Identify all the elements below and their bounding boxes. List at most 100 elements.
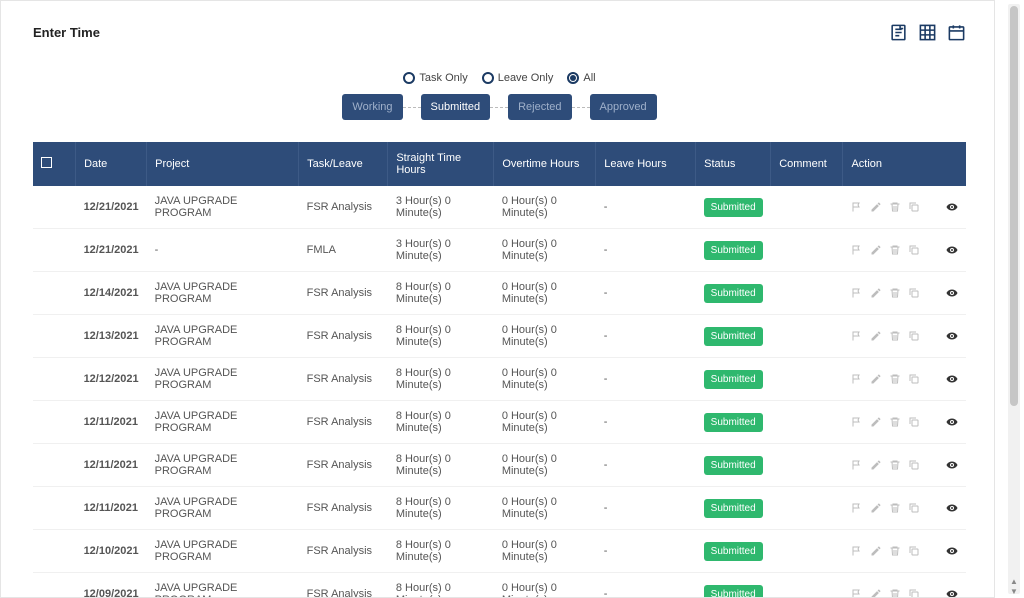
copy-icon[interactable] bbox=[908, 588, 920, 598]
scroll-arrows[interactable]: ▲ ▼ bbox=[1008, 577, 1020, 596]
status-submitted-button[interactable]: Submitted bbox=[421, 94, 491, 120]
delete-icon[interactable] bbox=[889, 588, 901, 598]
flag-icon[interactable] bbox=[851, 330, 863, 342]
vertical-scrollbar[interactable] bbox=[1008, 4, 1020, 594]
download-icon[interactable] bbox=[927, 588, 939, 598]
download-icon[interactable] bbox=[927, 201, 939, 213]
delete-icon[interactable] bbox=[889, 244, 901, 256]
cell-project: JAVA UPGRADE PROGRAM bbox=[155, 539, 238, 563]
status-approved-button[interactable]: Approved bbox=[590, 94, 657, 120]
table-row: 12/12/2021 JAVA UPGRADE PROGRAM FSR Anal… bbox=[33, 358, 966, 401]
copy-icon[interactable] bbox=[908, 459, 920, 471]
row-checkbox-cell[interactable] bbox=[33, 487, 76, 530]
edit-icon[interactable] bbox=[870, 201, 882, 213]
view-icon[interactable] bbox=[946, 201, 958, 213]
download-icon[interactable] bbox=[927, 502, 939, 514]
scroll-down-icon[interactable]: ▼ bbox=[1010, 587, 1018, 596]
flag-icon[interactable] bbox=[851, 502, 863, 514]
row-checkbox-cell[interactable] bbox=[33, 315, 76, 358]
copy-icon[interactable] bbox=[908, 502, 920, 514]
radio-task-only[interactable]: Task Only bbox=[403, 72, 467, 84]
delete-icon[interactable] bbox=[889, 502, 901, 514]
copy-icon[interactable] bbox=[908, 416, 920, 428]
col-header-project[interactable]: Project bbox=[147, 142, 299, 186]
flag-icon[interactable] bbox=[851, 244, 863, 256]
copy-icon[interactable] bbox=[908, 330, 920, 342]
radio-leave-only[interactable]: Leave Only bbox=[482, 72, 554, 84]
row-checkbox-cell[interactable] bbox=[33, 186, 76, 229]
flag-icon[interactable] bbox=[851, 459, 863, 471]
edit-icon[interactable] bbox=[870, 502, 882, 514]
delete-icon[interactable] bbox=[889, 545, 901, 557]
delete-icon[interactable] bbox=[889, 287, 901, 299]
delete-icon[interactable] bbox=[889, 416, 901, 428]
edit-icon[interactable] bbox=[870, 287, 882, 299]
grid-view-icon[interactable] bbox=[918, 23, 937, 42]
col-header-overtime[interactable]: Overtime Hours bbox=[494, 142, 596, 186]
edit-icon[interactable] bbox=[870, 588, 882, 598]
col-header-status[interactable]: Status bbox=[696, 142, 771, 186]
delete-icon[interactable] bbox=[889, 330, 901, 342]
edit-icon[interactable] bbox=[870, 330, 882, 342]
view-icon[interactable] bbox=[946, 244, 958, 256]
copy-icon[interactable] bbox=[908, 201, 920, 213]
delete-icon[interactable] bbox=[889, 459, 901, 471]
flag-icon[interactable] bbox=[851, 588, 863, 598]
edit-icon[interactable] bbox=[870, 244, 882, 256]
col-header-checkbox[interactable] bbox=[33, 142, 76, 186]
status-working-button[interactable]: Working bbox=[342, 94, 402, 120]
copy-icon[interactable] bbox=[908, 545, 920, 557]
copy-icon[interactable] bbox=[908, 373, 920, 385]
download-icon[interactable] bbox=[927, 459, 939, 471]
flag-icon[interactable] bbox=[851, 416, 863, 428]
col-header-straight[interactable]: Straight Time Hours bbox=[388, 142, 494, 186]
status-rejected-button[interactable]: Rejected bbox=[508, 94, 571, 120]
col-header-action[interactable]: Action bbox=[843, 142, 966, 186]
col-header-comment[interactable]: Comment bbox=[771, 142, 843, 186]
scroll-up-icon[interactable]: ▲ bbox=[1010, 577, 1018, 586]
view-icon[interactable] bbox=[946, 416, 958, 428]
row-checkbox-cell[interactable] bbox=[33, 358, 76, 401]
view-icon[interactable] bbox=[946, 287, 958, 299]
delete-icon[interactable] bbox=[889, 201, 901, 213]
flag-icon[interactable] bbox=[851, 287, 863, 299]
row-checkbox-cell[interactable] bbox=[33, 229, 76, 272]
download-icon[interactable] bbox=[927, 287, 939, 299]
col-header-date[interactable]: Date bbox=[76, 142, 147, 186]
row-checkbox-cell[interactable] bbox=[33, 444, 76, 487]
row-checkbox-cell[interactable] bbox=[33, 573, 76, 598]
download-icon[interactable] bbox=[927, 545, 939, 557]
view-icon[interactable] bbox=[946, 588, 958, 598]
flag-icon[interactable] bbox=[851, 545, 863, 557]
row-checkbox-cell[interactable] bbox=[33, 530, 76, 573]
view-icon[interactable] bbox=[946, 373, 958, 385]
cell-leave-hours: - bbox=[604, 373, 608, 385]
list-view-icon[interactable] bbox=[889, 23, 908, 42]
view-icon[interactable] bbox=[946, 330, 958, 342]
view-icon[interactable] bbox=[946, 545, 958, 557]
view-icon[interactable] bbox=[946, 502, 958, 514]
download-icon[interactable] bbox=[927, 244, 939, 256]
edit-icon[interactable] bbox=[870, 545, 882, 557]
view-icon[interactable] bbox=[946, 459, 958, 471]
cell-overtime-hours: 0 Hour(s) 0 Minute(s) bbox=[502, 238, 557, 262]
flag-icon[interactable] bbox=[851, 201, 863, 213]
cell-task: FSR Analysis bbox=[307, 201, 372, 213]
download-icon[interactable] bbox=[927, 416, 939, 428]
col-header-task[interactable]: Task/Leave bbox=[299, 142, 388, 186]
download-icon[interactable] bbox=[927, 373, 939, 385]
delete-icon[interactable] bbox=[889, 373, 901, 385]
scrollbar-thumb[interactable] bbox=[1010, 6, 1018, 406]
download-icon[interactable] bbox=[927, 330, 939, 342]
calendar-view-icon[interactable] bbox=[947, 23, 966, 42]
col-header-leave[interactable]: Leave Hours bbox=[596, 142, 696, 186]
edit-icon[interactable] bbox=[870, 416, 882, 428]
radio-all[interactable]: All bbox=[567, 72, 595, 84]
row-checkbox-cell[interactable] bbox=[33, 401, 76, 444]
copy-icon[interactable] bbox=[908, 287, 920, 299]
flag-icon[interactable] bbox=[851, 373, 863, 385]
row-checkbox-cell[interactable] bbox=[33, 272, 76, 315]
copy-icon[interactable] bbox=[908, 244, 920, 256]
edit-icon[interactable] bbox=[870, 459, 882, 471]
edit-icon[interactable] bbox=[870, 373, 882, 385]
